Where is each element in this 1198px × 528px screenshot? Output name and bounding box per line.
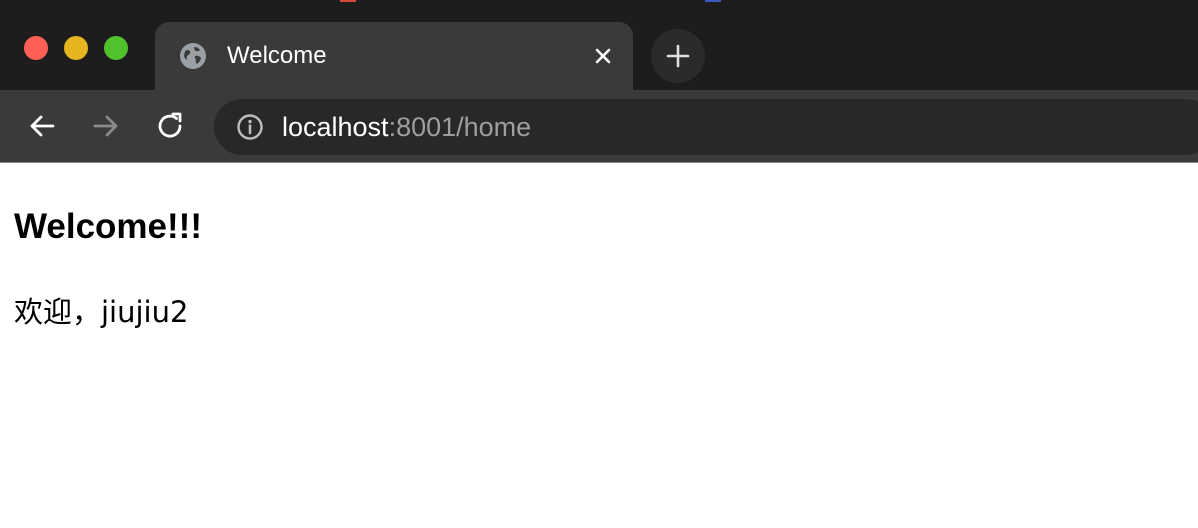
welcome-message: 欢迎，jiujiu2 [14,295,189,329]
url-text[interactable]: localhost:8001/home [282,111,531,143]
new-tab-button[interactable] [651,29,705,83]
toolbar: localhost:8001/home [0,90,1198,163]
url-host: localhost [282,112,389,142]
address-bar[interactable]: localhost:8001/home [214,99,1198,155]
close-icon[interactable] [591,44,615,68]
globe-icon [180,43,206,69]
background-tab[interactable] [705,0,729,8]
minimize-window-button[interactable] [64,36,88,60]
tab-title: Welcome [227,42,327,69]
info-icon[interactable] [236,113,264,141]
reload-icon[interactable] [154,110,186,142]
background-tab[interactable] [340,0,364,8]
arrow-left-icon[interactable] [26,110,58,142]
background-tabs [0,0,1198,8]
url-path: :8001/home [388,112,532,142]
tab-welcome[interactable]: Welcome [155,22,633,90]
tab-strip: Welcome [0,0,1198,90]
browser-chrome: Welcome localhost:8001/home [0,0,1198,163]
page-title: Welcome!!! [14,207,202,246]
toolbar-divider [0,162,1198,163]
close-window-button[interactable] [24,36,48,60]
zoom-window-button[interactable] [104,36,128,60]
favicon-icon [340,0,356,2]
plus-icon [666,44,690,68]
arrow-right-icon[interactable] [90,110,122,142]
favicon-icon [705,0,721,2]
